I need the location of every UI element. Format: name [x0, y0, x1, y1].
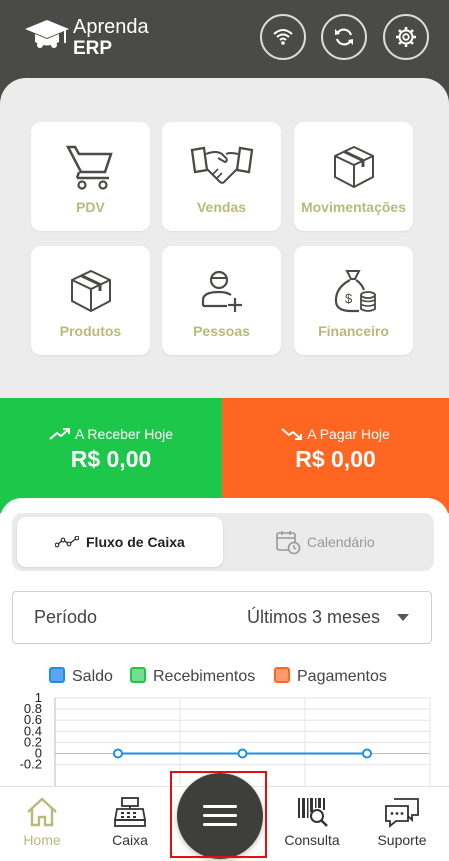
highlight-box	[170, 771, 267, 858]
tile-vendas[interactable]: Vendas	[162, 122, 281, 231]
legend-saldo-label: Saldo	[72, 668, 113, 685]
box-icon	[70, 269, 111, 313]
cart-icon	[65, 145, 113, 190]
nav-caixa-label: Caixa	[112, 832, 148, 848]
tile-label-vendas: Vendas	[196, 199, 247, 215]
receive-today-label: A Receber Hoje	[74, 426, 174, 442]
legend-recebimentos[interactable]: Recebimentos	[130, 667, 255, 686]
trend-up-icon	[49, 428, 70, 440]
wifi-button[interactable]	[260, 14, 306, 60]
line-chart-icon	[55, 536, 79, 548]
nav-consulta[interactable]: Consulta	[270, 787, 354, 861]
receive-today-title: A Receber Hoje	[0, 426, 222, 442]
wifi-icon	[273, 29, 293, 45]
view-tabs: Fluxo de Caixa Calendário	[12, 513, 434, 571]
settings-button[interactable]	[383, 14, 429, 60]
chat-icon	[385, 798, 419, 828]
nav-suporte[interactable]: Suporte	[359, 787, 445, 861]
tab-calendario[interactable]: Calendário	[223, 517, 429, 567]
legend-recebimentos-label: Recebimentos	[153, 668, 256, 685]
pay-today-value: R$ 0,00	[295, 446, 376, 472]
legend-pagamentos[interactable]: Pagamentos	[274, 667, 387, 686]
nav-home-label: Home	[23, 832, 61, 848]
tab-fluxo-de-caixa[interactable]: Fluxo de Caixa	[17, 517, 223, 567]
nav-consulta-label: Consulta	[284, 832, 340, 848]
y-tick-label: -0.2	[20, 757, 42, 772]
home-icon	[27, 797, 57, 827]
pay-today-card[interactable]: A Pagar Hoje R$ 0,00	[222, 398, 449, 513]
tile-label-movimentacoes: Movimentações	[300, 199, 407, 215]
receive-today-value: R$ 0,00	[70, 446, 152, 472]
chart-legend: Saldo Recebimentos Pagamentos	[0, 667, 449, 689]
tile-financeiro[interactable]: $ Financeiro	[294, 246, 413, 355]
tile-label-produtos: Produtos	[59, 323, 122, 339]
legend-pagamentos-label: Pagamentos	[297, 668, 387, 685]
period-value: Últimos 3 meses	[246, 607, 380, 627]
tab-fluxo-label: Fluxo de Caixa	[86, 534, 185, 550]
brand-line2: ERP	[73, 38, 113, 59]
nav-home[interactable]: Home	[0, 787, 84, 861]
period-select[interactable]: Período Últimos 3 meses	[12, 591, 432, 644]
tile-label-pessoas: Pessoas	[193, 323, 250, 339]
gear-icon	[396, 27, 416, 47]
pay-today-label: A Pagar Hoje	[307, 426, 390, 442]
brand-line1: Aprenda	[73, 16, 149, 38]
tab-calendario-label: Calendário	[307, 534, 375, 550]
box-icon	[333, 145, 374, 189]
tile-pessoas[interactable]: Pessoas	[162, 246, 281, 355]
chevron-down-icon	[397, 614, 409, 621]
cash-register-icon	[113, 797, 147, 827]
period-label: Período	[34, 607, 98, 627]
tile-movimentacoes[interactable]: Movimentações	[294, 122, 413, 231]
person-add-icon	[201, 270, 242, 312]
legend-saldo[interactable]: Saldo	[49, 667, 113, 686]
data-point-saldo	[113, 748, 123, 759]
main-content: PDV Vendas Movimentações Produtos Pessoa…	[0, 78, 449, 861]
graduation-cap-icon	[25, 20, 69, 48]
data-point-saldo	[362, 748, 372, 759]
tile-pdv[interactable]: PDV	[31, 122, 150, 231]
sync-button[interactable]	[321, 14, 367, 60]
tile-label-financeiro: Financeiro	[318, 323, 389, 339]
app-header: Aprenda ERP	[0, 0, 449, 90]
sync-icon	[335, 28, 353, 46]
calendar-icon	[276, 531, 301, 555]
money-bag-icon: $	[334, 270, 376, 313]
handshake-icon	[190, 146, 253, 184]
tile-produtos[interactable]: Produtos	[31, 246, 150, 355]
nav-caixa[interactable]: Caixa	[88, 787, 172, 861]
nav-suporte-label: Suporte	[377, 832, 427, 848]
receive-today-card[interactable]: A Receber Hoje R$ 0,00	[0, 398, 222, 513]
brand-logo: Aprenda ERP	[24, 16, 164, 60]
svg-text:$: $	[345, 291, 353, 306]
barcode-search-icon	[298, 798, 328, 827]
tile-label-pdv: PDV	[76, 199, 105, 215]
data-point-saldo	[237, 748, 248, 759]
pay-today-title: A Pagar Hoje	[222, 426, 449, 442]
trend-down-icon	[281, 428, 303, 440]
